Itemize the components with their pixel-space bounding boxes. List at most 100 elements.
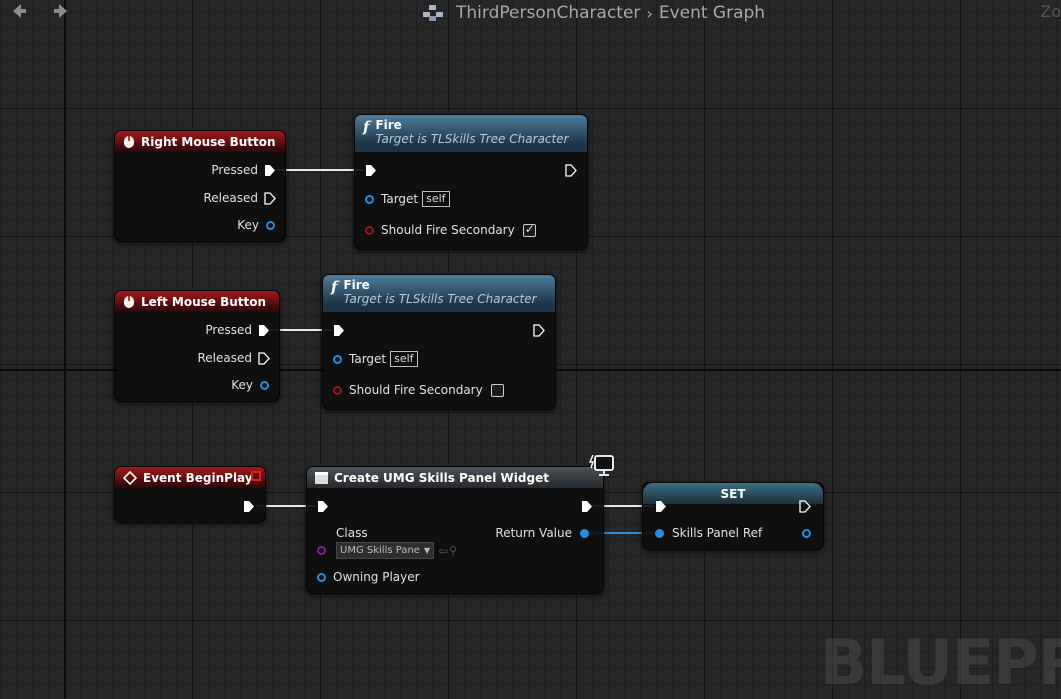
pin-label: Key — [231, 378, 253, 392]
function-icon: f — [331, 278, 338, 296]
breadcrumb-chevron-icon: › — [646, 3, 653, 23]
struct-pin-icon[interactable] — [266, 220, 275, 230]
latent-monitor-icon — [589, 454, 614, 476]
return-value-pin[interactable]: Return Value — [495, 526, 589, 540]
class-pin-icon[interactable] — [317, 546, 326, 555]
object-pin-icon[interactable] — [317, 572, 326, 582]
pressed-pin[interactable]: Pressed — [205, 323, 270, 337]
zoom-label: Zo — [1040, 2, 1061, 21]
pin-label: Released — [203, 191, 258, 205]
bool-pin-icon[interactable] — [333, 385, 342, 395]
exec-pin-icon[interactable] — [258, 324, 270, 337]
target-pin[interactable]: Target self — [333, 351, 418, 367]
pin-label: Pressed — [211, 163, 258, 177]
exec-out-pin-icon[interactable] — [799, 500, 811, 513]
bool-pin-icon[interactable] — [365, 225, 374, 235]
blueprint-icon — [422, 4, 444, 22]
node-header: SET — [643, 483, 823, 504]
object-pin-icon[interactable] — [333, 354, 342, 364]
exec-in-pin-icon[interactable] — [333, 324, 345, 337]
should-fire-secondary-checkbox[interactable] — [490, 383, 504, 397]
object-pin-icon[interactable] — [365, 194, 374, 204]
pin-label: Should Fire Secondary — [349, 383, 483, 397]
pin-label: Released — [197, 351, 252, 365]
class-dropdown[interactable]: UMG Skills Pane ▼ — [336, 542, 435, 559]
pin-label: Skills Panel Ref — [672, 526, 763, 540]
node-title: Fire — [375, 118, 402, 132]
node-header: Right Mouse Button — [115, 131, 285, 152]
browse-search-icon[interactable]: ⚲ — [449, 544, 457, 557]
key-pin[interactable]: Key — [237, 218, 275, 232]
grid-axis-vertical — [64, 0, 66, 698]
input-event-node-lmb[interactable]: Left Mouse Button Pressed Released Key — [114, 290, 280, 402]
node-header: Left Mouse Button — [115, 291, 279, 312]
owning-player-pin[interactable]: Owning Player — [317, 570, 420, 584]
pin-label: Owning Player — [333, 570, 420, 584]
should-fire-secondary-pin[interactable]: Should Fire Secondary — [365, 222, 536, 237]
exec-pin-icon[interactable] — [264, 191, 276, 205]
node-title: SET — [720, 486, 746, 501]
exec-in-pin-icon[interactable] — [317, 500, 329, 513]
exec-out-pin-icon[interactable] — [581, 500, 593, 513]
function-icon: f — [363, 118, 370, 136]
exec-pin-icon[interactable] — [258, 351, 270, 365]
create-widget-node[interactable]: Create UMG Skills Panel Widget Class UMG… — [306, 454, 614, 594]
node-header: f Fire Target is TLSkills Tree Character — [323, 275, 555, 312]
use-selected-arrow-icon[interactable]: ⇦ — [438, 544, 448, 558]
exec-out-pin-icon[interactable] — [565, 164, 577, 177]
object-pin-icon[interactable] — [580, 528, 589, 538]
forward-arrow-icon[interactable] — [50, 2, 72, 22]
should-fire-secondary-checkbox[interactable] — [522, 222, 536, 237]
class-pin[interactable]: Class UMG Skills Pane ▼ ⇦ ⚲ — [317, 526, 457, 559]
node-subtitle: Target is TLSkills Tree Character — [343, 292, 537, 306]
object-pin-icon[interactable] — [655, 528, 664, 538]
exec-pin-icon[interactable] — [264, 164, 276, 177]
target-default-value: self — [422, 191, 450, 207]
node-title: Right Mouse Button — [141, 134, 276, 149]
event-beginplay-node[interactable]: Event BeginPlay — [114, 466, 266, 523]
node-title: Left Mouse Button — [141, 294, 267, 309]
target-pin[interactable]: Target self — [365, 191, 450, 207]
should-fire-secondary-pin[interactable]: Should Fire Secondary — [333, 383, 504, 397]
key-pin[interactable]: Key — [231, 378, 269, 392]
input-event-node-rmb[interactable]: Right Mouse Button Pressed Released Key — [114, 130, 286, 242]
node-header: Event BeginPlay — [115, 467, 265, 488]
pin-label: Target — [381, 192, 419, 206]
exec-in-pin-icon[interactable] — [365, 164, 377, 177]
struct-pin-icon[interactable] — [260, 380, 269, 390]
exec-in-pin-icon[interactable] — [655, 500, 667, 513]
pin-label: Should Fire Secondary — [381, 223, 515, 237]
set-variable-node[interactable]: SET Skills Panel Ref — [642, 482, 824, 550]
released-pin[interactable]: Released — [197, 351, 270, 365]
pin-label: Target — [349, 352, 387, 366]
delegate-pin-icon[interactable] — [251, 471, 261, 481]
released-pin[interactable]: Released — [203, 191, 276, 205]
node-title: Event BeginPlay — [143, 470, 253, 485]
node-subtitle: Target is TLSkills Tree Character — [375, 132, 569, 146]
widget-icon — [315, 471, 328, 484]
breadcrumb: ThirdPersonCharacter › Event Graph — [422, 2, 765, 24]
pin-label: Return Value — [495, 526, 572, 540]
mouse-icon — [124, 295, 134, 308]
node-header: Create UMG Skills Panel Widget — [307, 467, 603, 488]
class-dropdown-value: UMG Skills Pane — [340, 545, 420, 556]
skills-panel-ref-pin[interactable]: Skills Panel Ref — [655, 526, 762, 540]
pin-label: Class — [336, 526, 368, 540]
event-diamond-icon — [123, 470, 137, 485]
object-out-pin-icon[interactable] — [802, 529, 811, 538]
mouse-icon — [124, 135, 134, 148]
exec-out-pin-icon[interactable] — [243, 500, 255, 513]
blueprint-watermark: BLUEPRIN — [820, 626, 1061, 699]
breadcrumb-graph[interactable]: Event Graph — [659, 3, 765, 23]
exec-out-pin-icon[interactable] — [533, 324, 545, 337]
node-title: Create UMG Skills Panel Widget — [334, 470, 549, 485]
node-title: Fire — [343, 278, 370, 292]
target-default-value: self — [390, 351, 418, 367]
back-arrow-icon[interactable] — [8, 2, 30, 22]
pressed-pin[interactable]: Pressed — [211, 163, 276, 177]
breadcrumb-blueprint[interactable]: ThirdPersonCharacter — [456, 3, 640, 23]
graph-toolbar: ThirdPersonCharacter › Event Graph Zo — [0, 0, 1061, 28]
function-node-fire[interactable]: f Fire Target is TLSkills Tree Character… — [322, 274, 556, 410]
function-node-fire[interactable]: f Fire Target is TLSkills Tree Character… — [354, 114, 588, 250]
dropdown-arrow-icon: ▼ — [423, 546, 431, 555]
